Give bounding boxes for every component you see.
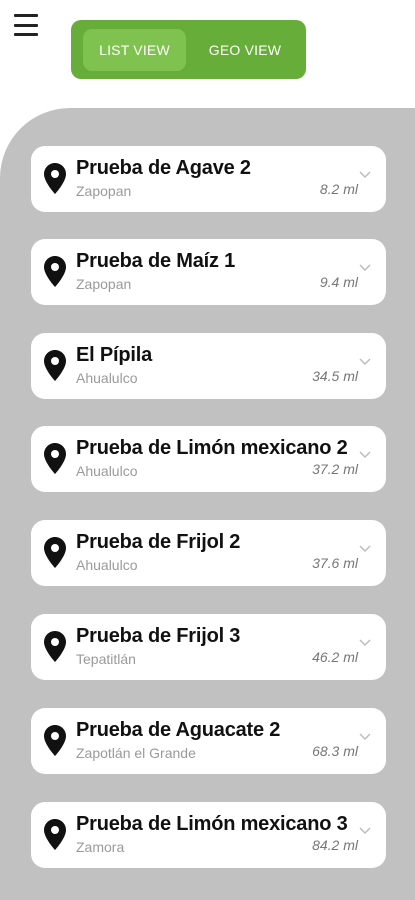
location-pin-icon [44, 163, 66, 194]
item-title: Prueba de Limón mexicano 3 [76, 813, 348, 835]
list-item[interactable]: Prueba de Frijol 3 Tepatitlán 46.2 ml [31, 614, 386, 680]
list-item[interactable]: Prueba de Aguacate 2 Zapotlán el Grande … [31, 708, 386, 774]
item-title: Prueba de Limón mexicano 2 [76, 437, 348, 459]
item-title: Prueba de Agave 2 [76, 157, 251, 179]
hamburger-menu-icon[interactable] [14, 14, 40, 36]
location-pin-icon [44, 537, 66, 568]
view-toggle: LIST VIEW GEO VIEW [71, 20, 306, 79]
chevron-down-icon[interactable] [359, 827, 371, 835]
location-pin-icon [44, 631, 66, 662]
item-location: Zapopan [76, 276, 132, 292]
list-view-button[interactable]: LIST VIEW [83, 28, 186, 71]
app-screen: LIST VIEW GEO VIEW Prueba de Agave 2 Zap… [0, 0, 415, 900]
item-title: Prueba de Frijol 3 [76, 625, 241, 647]
item-distance: 37.6 ml [312, 555, 358, 571]
chevron-down-icon[interactable] [359, 358, 371, 366]
chevron-down-icon[interactable] [359, 171, 371, 179]
menu-bar [14, 14, 38, 17]
item-location: Ahualulco [76, 463, 138, 479]
location-pin-icon [44, 819, 66, 850]
list-item[interactable]: Prueba de Limón mexicano 2 Ahualulco 37.… [31, 426, 386, 492]
results-list[interactable]: Prueba de Agave 2 Zapopan 8.2 ml Prueba … [0, 108, 415, 900]
item-title: Prueba de Aguacate 2 [76, 719, 281, 741]
chevron-down-icon[interactable] [359, 451, 371, 459]
list-item[interactable]: Prueba de Frijol 2 Ahualulco 37.6 ml [31, 520, 386, 586]
item-title: Prueba de Maíz 1 [76, 250, 236, 272]
item-distance: 84.2 ml [312, 837, 358, 853]
item-distance: 8.2 ml [319, 181, 358, 197]
item-location: Ahualulco [76, 370, 138, 386]
location-pin-icon [44, 443, 66, 474]
item-location: Zapopan [76, 183, 132, 199]
location-pin-icon [44, 350, 66, 381]
list-item[interactable]: Prueba de Agave 2 Zapopan 8.2 ml [31, 146, 386, 212]
item-title: Prueba de Frijol 2 [76, 531, 241, 553]
item-location: Zapotlán el Grande [76, 745, 196, 761]
location-pin-icon [44, 725, 66, 756]
item-distance: 68.3 ml [312, 743, 358, 759]
chevron-down-icon[interactable] [359, 264, 371, 272]
item-location: Ahualulco [76, 557, 138, 573]
location-pin-icon [44, 256, 66, 287]
menu-bar [14, 33, 38, 36]
list-item[interactable]: El Pípila Ahualulco 34.5 ml [31, 333, 386, 399]
menu-bar [14, 23, 38, 27]
geo-view-button[interactable]: GEO VIEW [194, 29, 296, 71]
chevron-down-icon[interactable] [359, 639, 371, 647]
chevron-down-icon[interactable] [359, 733, 371, 741]
item-distance: 9.4 ml [319, 274, 358, 290]
item-distance: 34.5 ml [312, 368, 358, 384]
list-item[interactable]: Prueba de Maíz 1 Zapopan 9.4 ml [31, 239, 386, 305]
list-item[interactable]: Prueba de Limón mexicano 3 Zamora 84.2 m… [31, 802, 386, 868]
item-distance: 46.2 ml [312, 649, 358, 665]
item-location: Tepatitlán [76, 651, 136, 667]
item-distance: 37.2 ml [312, 461, 358, 477]
item-title: El Pípila [76, 344, 153, 366]
chevron-down-icon[interactable] [359, 545, 371, 553]
item-location: Zamora [76, 839, 125, 855]
